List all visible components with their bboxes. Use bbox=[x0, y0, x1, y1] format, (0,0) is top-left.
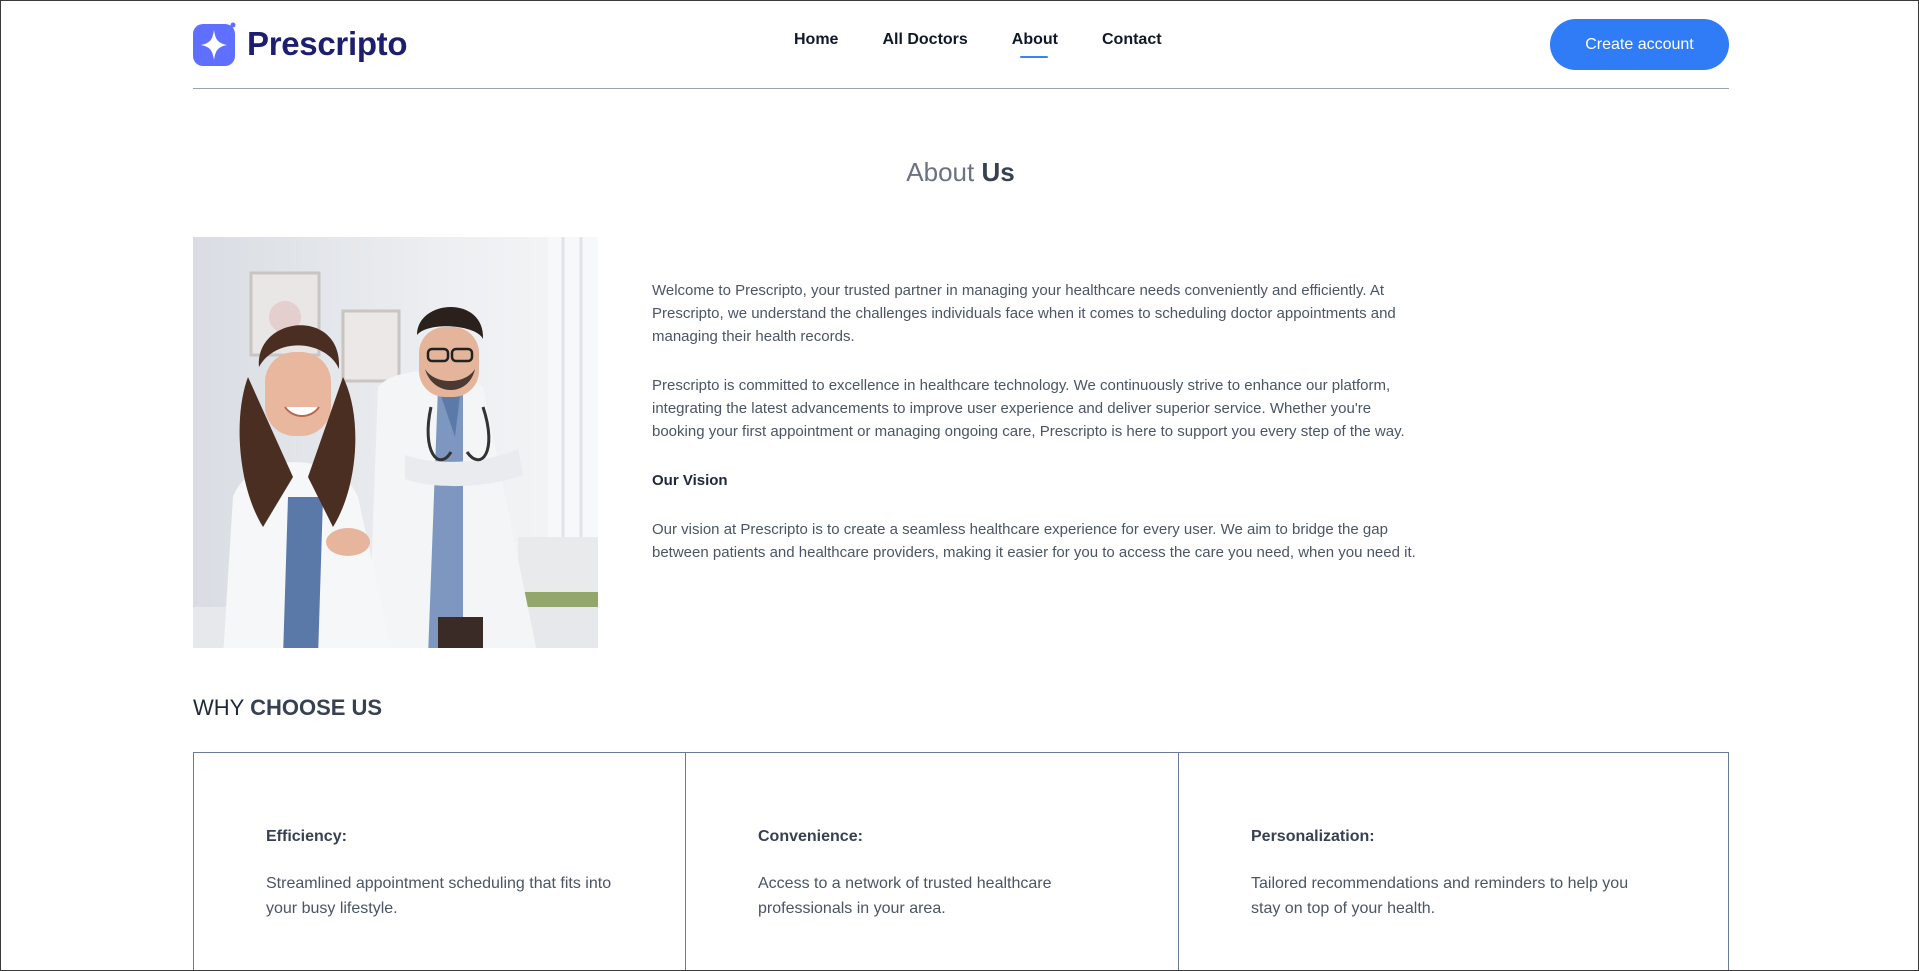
card-personalization[interactable]: Personalization: Tailored recommendation… bbox=[1179, 753, 1728, 970]
create-account-button[interactable]: Create account bbox=[1550, 19, 1729, 70]
nav-item-contact[interactable]: Contact bbox=[1102, 31, 1162, 49]
card-text: Access to a network of trusted healthcar… bbox=[758, 875, 1052, 917]
why-title-bold: CHOOSE US bbox=[250, 695, 383, 720]
nav-item-all-doctors[interactable]: All Doctors bbox=[882, 31, 967, 49]
nav-item-home[interactable]: Home bbox=[794, 31, 838, 49]
commitment-paragraph: Prescripto is committed to excellence in… bbox=[652, 377, 1405, 440]
why-cards: Efficiency: Streamlined appointment sche… bbox=[193, 752, 1729, 970]
card-text: Streamlined appointment scheduling that … bbox=[266, 875, 612, 917]
section-title-why: WHY CHOOSE US bbox=[193, 695, 382, 721]
nav-item-about-wrap[interactable]: About bbox=[1012, 31, 1058, 58]
page-title: About Us bbox=[1, 157, 1918, 188]
card-title: Personalization: bbox=[1251, 828, 1375, 845]
logo-link[interactable]: Prescripto bbox=[193, 21, 408, 66]
card-convenience[interactable]: Convenience: Access to a network of trus… bbox=[686, 753, 1179, 970]
nav-item-about[interactable]: About bbox=[1012, 31, 1058, 48]
nav-links: Home All Doctors About Contact bbox=[794, 31, 1162, 58]
doctors-photo bbox=[193, 237, 598, 648]
card-title: Efficiency: bbox=[266, 828, 347, 845]
card-efficiency[interactable]: Efficiency: Streamlined appointment sche… bbox=[194, 753, 686, 970]
vision-heading: Our Vision bbox=[652, 472, 728, 489]
brand-name: Prescripto bbox=[247, 24, 408, 62]
card-text: Tailored recommendations and reminders t… bbox=[1251, 875, 1629, 917]
active-nav-indicator bbox=[1019, 56, 1048, 58]
title-bold: Us bbox=[981, 157, 1015, 187]
why-title-light: WHY bbox=[193, 695, 244, 720]
page: Prescripto Home All Doctors About Contac… bbox=[0, 0, 1919, 971]
intro-paragraph: Welcome to Prescripto, your trusted part… bbox=[652, 282, 1396, 345]
sparkle-logo-icon bbox=[193, 21, 238, 66]
about-text: Welcome to Prescripto, your trusted part… bbox=[652, 279, 1422, 590]
vision-paragraph: Our vision at Prescripto is to create a … bbox=[652, 521, 1416, 561]
title-light: About bbox=[906, 157, 975, 187]
card-title: Convenience: bbox=[758, 828, 863, 845]
navbar: Prescripto Home All Doctors About Contac… bbox=[193, 1, 1729, 89]
